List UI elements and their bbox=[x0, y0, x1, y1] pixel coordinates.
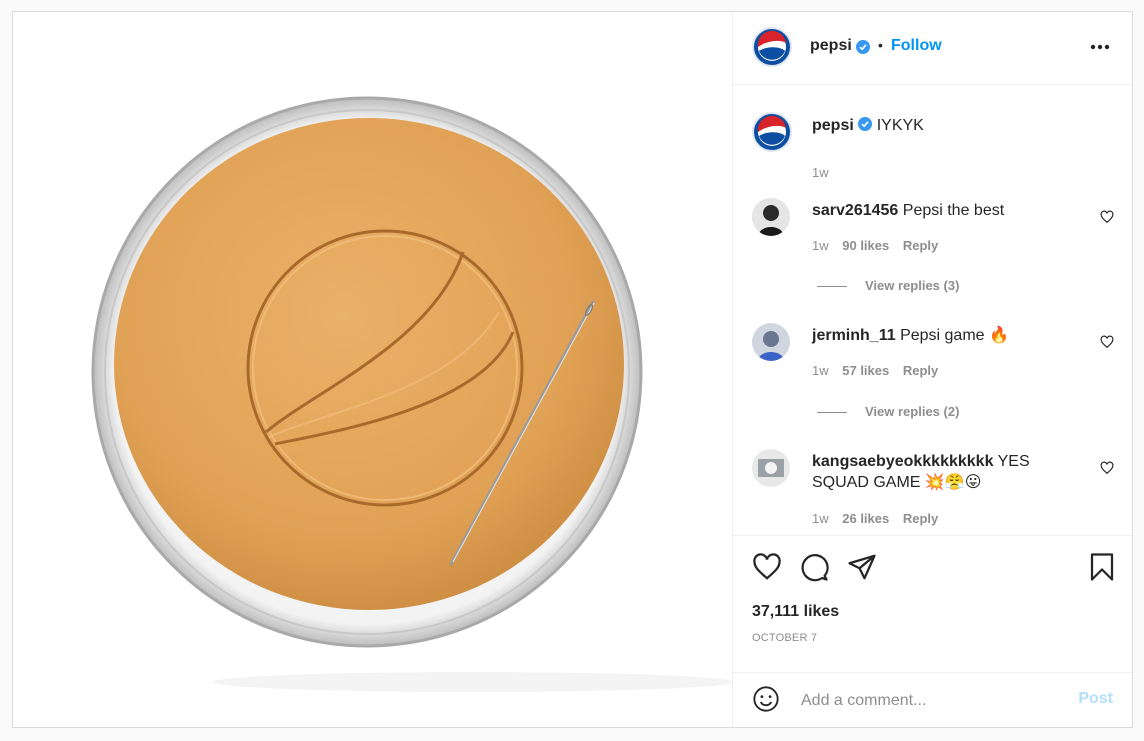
caption-time[interactable]: 1w bbox=[812, 165, 829, 180]
comment-time[interactable]: 1w bbox=[812, 511, 829, 526]
like-comment-heart-icon[interactable] bbox=[1100, 335, 1114, 349]
comment-text: Pepsi the best bbox=[902, 202, 1005, 219]
commenter-avatar[interactable] bbox=[752, 449, 790, 487]
dalgona-candy-image bbox=[91, 96, 732, 692]
view-replies-button[interactable]: View replies (3) bbox=[817, 278, 959, 293]
post-side-panel: pepsi • Follow pepsi IYKYK 1w sarv261456… bbox=[732, 12, 1132, 727]
caption-avatar[interactable] bbox=[752, 112, 792, 152]
add-comment-bar: Post bbox=[733, 672, 1132, 727]
post-header: pepsi • Follow bbox=[733, 12, 1132, 85]
comment-likes[interactable]: 90 likes bbox=[842, 238, 889, 253]
comment-meta: 1w 57 likes Reply bbox=[812, 363, 948, 378]
header-username[interactable]: pepsi bbox=[810, 37, 852, 55]
verified-badge-icon bbox=[858, 117, 873, 131]
replies-line bbox=[817, 286, 847, 288]
view-replies-button[interactable]: View replies (2) bbox=[817, 404, 959, 419]
likes-count[interactable]: 37,111 likes bbox=[752, 603, 839, 621]
post-date[interactable]: OCTOBER 7 bbox=[752, 632, 817, 644]
commenter-avatar[interactable] bbox=[752, 198, 790, 236]
comment-username[interactable]: jerminh_11 bbox=[812, 327, 896, 344]
comment-time[interactable]: 1w bbox=[812, 363, 829, 378]
comment-username[interactable]: sarv261456 bbox=[812, 202, 898, 219]
post-actions: 37,111 likes OCTOBER 7 bbox=[733, 535, 1132, 672]
share-direct-icon[interactable] bbox=[847, 552, 877, 582]
header-separator: • bbox=[878, 37, 883, 53]
comment-text: Pepsi game 🔥 bbox=[900, 327, 1009, 344]
comment-meta: 1w 90 likes Reply bbox=[812, 238, 948, 253]
user-photo-icon bbox=[752, 323, 790, 361]
view-replies-label: View replies (3) bbox=[865, 278, 960, 293]
post-comment-button[interactable]: Post bbox=[1078, 690, 1113, 708]
comment-likes[interactable]: 26 likes bbox=[842, 511, 889, 526]
user-photo-icon bbox=[752, 198, 790, 236]
caption-username[interactable]: pepsi bbox=[812, 117, 854, 134]
like-comment-heart-icon[interactable] bbox=[1100, 210, 1114, 224]
comment-likes[interactable]: 57 likes bbox=[842, 363, 889, 378]
post-card: pepsi • Follow pepsi IYKYK 1w sarv261456… bbox=[12, 11, 1133, 728]
view-replies-label: View replies (2) bbox=[865, 404, 960, 419]
add-comment-input[interactable] bbox=[799, 687, 1073, 715]
like-heart-icon[interactable] bbox=[752, 552, 782, 582]
reply-button[interactable]: Reply bbox=[903, 511, 938, 526]
user-photo-icon bbox=[752, 449, 790, 487]
comments-section: pepsi IYKYK 1w sarv261456 Pepsi the best… bbox=[733, 85, 1132, 535]
follow-button[interactable]: Follow bbox=[891, 37, 942, 55]
commenter-avatar[interactable] bbox=[752, 323, 790, 361]
caption-text: IYKYK bbox=[876, 117, 924, 134]
emoji-icon[interactable] bbox=[752, 685, 780, 713]
comment-icon[interactable] bbox=[799, 552, 829, 582]
pepsi-logo-icon bbox=[757, 115, 786, 146]
comment-time[interactable]: 1w bbox=[812, 238, 829, 253]
pepsi-logo-icon bbox=[757, 30, 786, 61]
reply-button[interactable]: Reply bbox=[903, 238, 938, 253]
replies-line bbox=[817, 412, 847, 414]
save-bookmark-icon[interactable] bbox=[1087, 552, 1117, 582]
pepsi-avatar[interactable] bbox=[752, 27, 792, 67]
post-image[interactable] bbox=[13, 12, 732, 727]
comment-username[interactable]: kangsaebyeokkkkkkkkk bbox=[812, 453, 993, 470]
comment-meta: 1w 26 likes Reply bbox=[812, 511, 948, 526]
reply-button[interactable]: Reply bbox=[903, 363, 938, 378]
like-comment-heart-icon[interactable] bbox=[1100, 461, 1114, 475]
more-horizontal-icon[interactable] bbox=[1090, 44, 1110, 50]
verified-badge-icon bbox=[856, 40, 870, 54]
